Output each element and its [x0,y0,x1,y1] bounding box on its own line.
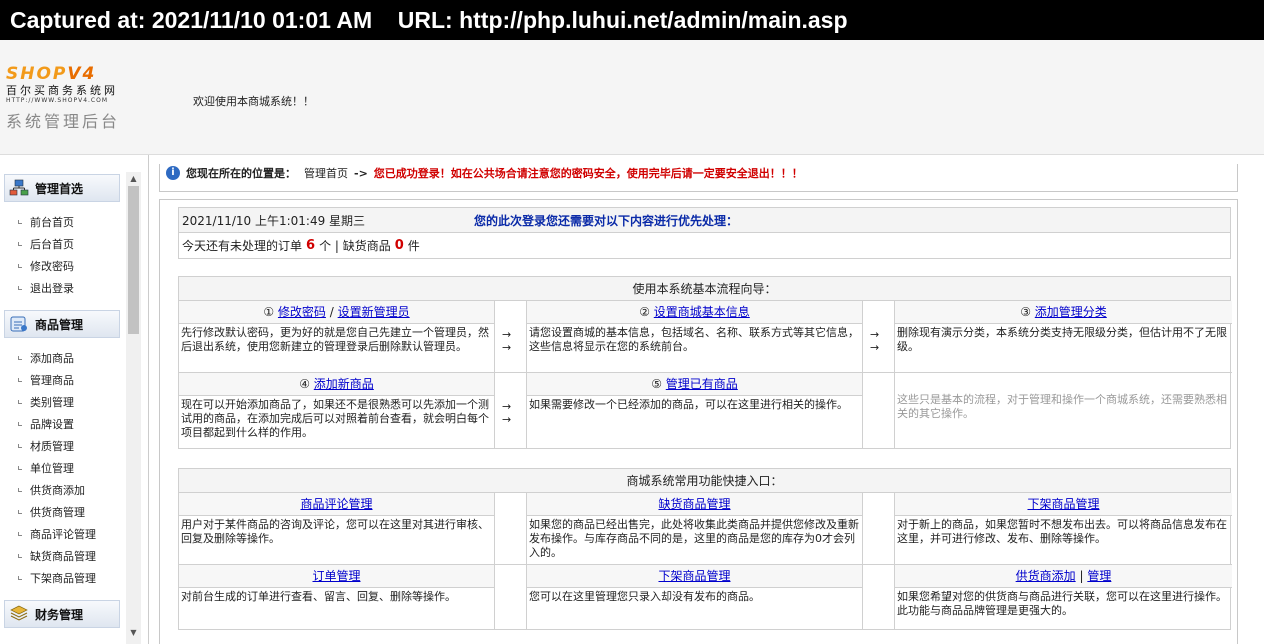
header: SHOPV4 百尔买商务系统网 HTTP://WWW.SHOPV4.COM 系统… [0,40,1264,155]
sidebar-scrollbar[interactable]: ▲ ▼ [126,172,141,644]
sidebar-item-units[interactable]: 单位管理 [0,458,124,480]
step-arrow: → → [863,301,895,373]
add-category-link[interactable]: 添加管理分类 [1035,305,1107,319]
logo-subtitle: 百尔买商务系统网 [6,84,118,97]
info-icon: i [166,166,180,180]
status-table: 2021/11/10 上午1:01:49 星期三 您的此次登录您还需要对以下内容… [178,207,1231,259]
network-icon [9,179,29,197]
sidebar: 管理首选 前台首页 后台首页 修改密码 退出登录 商品管理 添加商品 管理商品 … [0,172,141,644]
capture-bar: Captured at: 2021/11/10 01:01 AM URL: ht… [0,0,1264,40]
shortcut-spacer [495,565,527,629]
shortcut-spacer [495,493,527,565]
step-5: ⑤ 管理已有商品 如果需要修改一个已经添加的商品，可以在这里进行相关的操作。 [527,373,863,448]
step-1: ① 修改密码 / 设置新管理员 先行修改默认密码，更为好的就是您自己先建立一个管… [179,301,495,373]
step-4: ④ 添加新商品 现在可以开始添加商品了，如果还不是很熟悉可以先添加一个测试用的商… [179,373,495,448]
new-admin-link[interactable]: 设置新管理员 [338,305,410,319]
workflow-title: 使用本系统基本流程向导： [179,277,1230,301]
security-warning: 您已成功登录！如在公共场合请注意您的密码安全，使用完毕后请一定要安全退出！！！ [373,167,803,180]
shortcut-spacer [863,493,895,565]
sidebar-item-manage-products[interactable]: 管理商品 [0,370,124,392]
location-arrow: -> [354,166,368,180]
step-2: ② 设置商城基本信息 请您设置商城的基本信息，包括域名、名称、联系方式等其它信息… [527,301,863,373]
sidebar-item-manage-suppliers[interactable]: 供货商管理 [0,502,124,524]
shortcut-reviews: 商品评论管理 用户对于某件商品的咨询及评论，您可以在这里对其进行审核、回复及删除… [179,493,495,565]
logo-url: HTTP://WWW.SHOPV4.COM [6,97,109,104]
scroll-down-arrow-icon[interactable]: ▼ [126,628,141,642]
change-password-link[interactable]: 修改密码 [278,305,326,319]
logo: SHOPV4 百尔买商务系统网 HTTP://WWW.SHOPV4.COM 系统… [6,64,146,136]
sidebar-item-frontend-home[interactable]: 前台首页 [0,212,124,234]
shortcut-unpublished: 下架商品管理 您可以在这里管理您只录入却没有发布的商品。 [527,565,863,629]
out-of-stock-count: 0 [394,238,404,253]
step-5-desc: 如果需要修改一个已经添加的商品，可以在这里进行相关的操作。 [529,398,848,411]
unpublished-link[interactable]: 下架商品管理 [658,569,730,583]
shortcut-delisted: 下架商品管理 对于新上的商品，如果您暂时不想发布出去。可以将商品信息发布在这里，… [895,493,1232,565]
manage-supplier-link[interactable]: 管理 [1087,569,1111,583]
sidebar-section-label: 商品管理 [35,317,84,332]
shortcut-orders: 订单管理 对前台生成的订单进行查看、留言、回复、删除等操作。 [179,565,495,629]
add-supplier-link[interactable]: 供货商添加 [1016,569,1076,583]
step-arrow: → → [495,301,527,373]
shortcut-spacer [863,565,895,629]
workflow-note: 这些只是基本的流程，对于管理和操作一个商城系统，还需要熟悉相关的其它操作。 [897,393,1227,420]
shortcut-title: 商城系统常用功能快捷入口： [179,469,1230,493]
content-panel: 2021/11/10 上午1:01:49 星期三 您的此次登录您还需要对以下内容… [159,199,1238,644]
step-spacer [863,373,895,448]
out-of-stock-link[interactable]: 缺货商品管理 [658,497,730,511]
shortcut-out-of-stock: 缺货商品管理 如果您的商品已经出售完，此处将收集此类商品并提供您修改及重新发布操… [527,493,863,565]
priority-notice: 您的此次登录您还需要对以下内容进行优先处理： [474,213,739,228]
step-1-desc: 先行修改默认密码，更为好的就是您自己先建立一个管理员，然后退出系统，使用您新建立… [181,326,489,353]
sidebar-item-change-password[interactable]: 修改密码 [0,256,124,278]
main-frame: i 您现在所在的位置是： 管理首页 -> 您已成功登录！如在公共场合请注意您的密… [148,155,1255,644]
logo-brand: SHOPV4 [6,64,97,84]
scrollbar-thumb[interactable] [128,186,139,334]
sidebar-item-add-supplier[interactable]: 供货商添加 [0,480,124,502]
current-datetime: 2021/11/10 上午1:01:49 星期三 [182,213,366,228]
step-4-desc: 现在可以开始添加商品了，如果还不是很熟悉可以先添加一个测试用的商品，在添加完成后… [181,398,489,439]
orders-link[interactable]: 订单管理 [312,569,360,583]
sidebar-item-reviews[interactable]: 商品评论管理 [0,524,124,546]
store-settings-link[interactable]: 设置商城基本信息 [654,305,750,319]
pending-summary: 今天还有未处理的订单 6 个 | 缺货商品 0 件 [182,238,420,253]
location-label: 您现在所在的位置是： [186,167,296,180]
manage-products-link[interactable]: 管理已有商品 [666,377,738,391]
shortcut-suppliers: 供货商添加 | 管理 如果您希望对您的供货商与商品进行关联，您可以在这里进行操作… [895,565,1232,629]
location-page: 管理首页 [304,167,348,180]
box-icon [9,315,29,333]
sidebar-section-products[interactable]: 商品管理 [4,310,120,338]
delisted-link[interactable]: 下架商品管理 [1027,497,1099,511]
sidebar-item-categories[interactable]: 类别管理 [0,392,124,414]
reviews-link[interactable]: 商品评论管理 [300,497,372,511]
sidebar-menu: 管理首选 前台首页 后台首页 修改密码 退出登录 商品管理 添加商品 管理商品 … [0,172,124,638]
sidebar-item-delisted[interactable]: 下架商品管理 [0,568,124,590]
pending-orders-count: 6 [306,238,316,253]
sidebar-item-add-product[interactable]: 添加商品 [0,348,124,370]
step-3: ③ 添加管理分类 删除现有演示分类，本系统分类支持无限级分类，但估计用不了无限级… [895,301,1232,373]
workflow-guide: 使用本系统基本流程向导： ① 修改密码 / 设置新管理员 先行修改默认密码，更为… [178,276,1232,449]
money-icon [9,605,29,623]
sidebar-item-materials[interactable]: 材质管理 [0,436,124,458]
sidebar-item-backend-home[interactable]: 后台首页 [0,234,124,256]
welcome-text: 欢迎使用本商城系统！！ [193,95,314,108]
step-3-desc: 删除现有演示分类，本系统分类支持无限级分类，但估计用不了无限级。 [897,326,1227,353]
sidebar-section-label: 管理首选 [35,181,84,196]
sidebar-item-out-of-stock[interactable]: 缺货商品管理 [0,546,124,568]
sidebar-section-finance[interactable]: 财务管理 [4,600,120,628]
step-2-desc: 请您设置商城的基本信息，包括域名、名称、联系方式等其它信息，这些信息将显示在您的… [529,326,859,353]
sidebar-section-label: 财务管理 [35,607,84,622]
sidebar-item-brands[interactable]: 品牌设置 [0,414,124,436]
location-bar: i 您现在所在的位置是： 管理首页 -> 您已成功登录！如在公共场合请注意您的密… [159,164,1238,192]
step-arrow: → → [495,373,527,448]
shortcut-panel: 商城系统常用功能快捷入口： 商品评论管理 用户对于某件商品的咨询及评论，您可以在… [178,468,1232,630]
logo-admin-title: 系统管理后台 [6,112,121,131]
add-product-link[interactable]: 添加新商品 [314,377,374,391]
sidebar-item-logout[interactable]: 退出登录 [0,278,124,300]
sidebar-section-home[interactable]: 管理首选 [4,174,120,202]
